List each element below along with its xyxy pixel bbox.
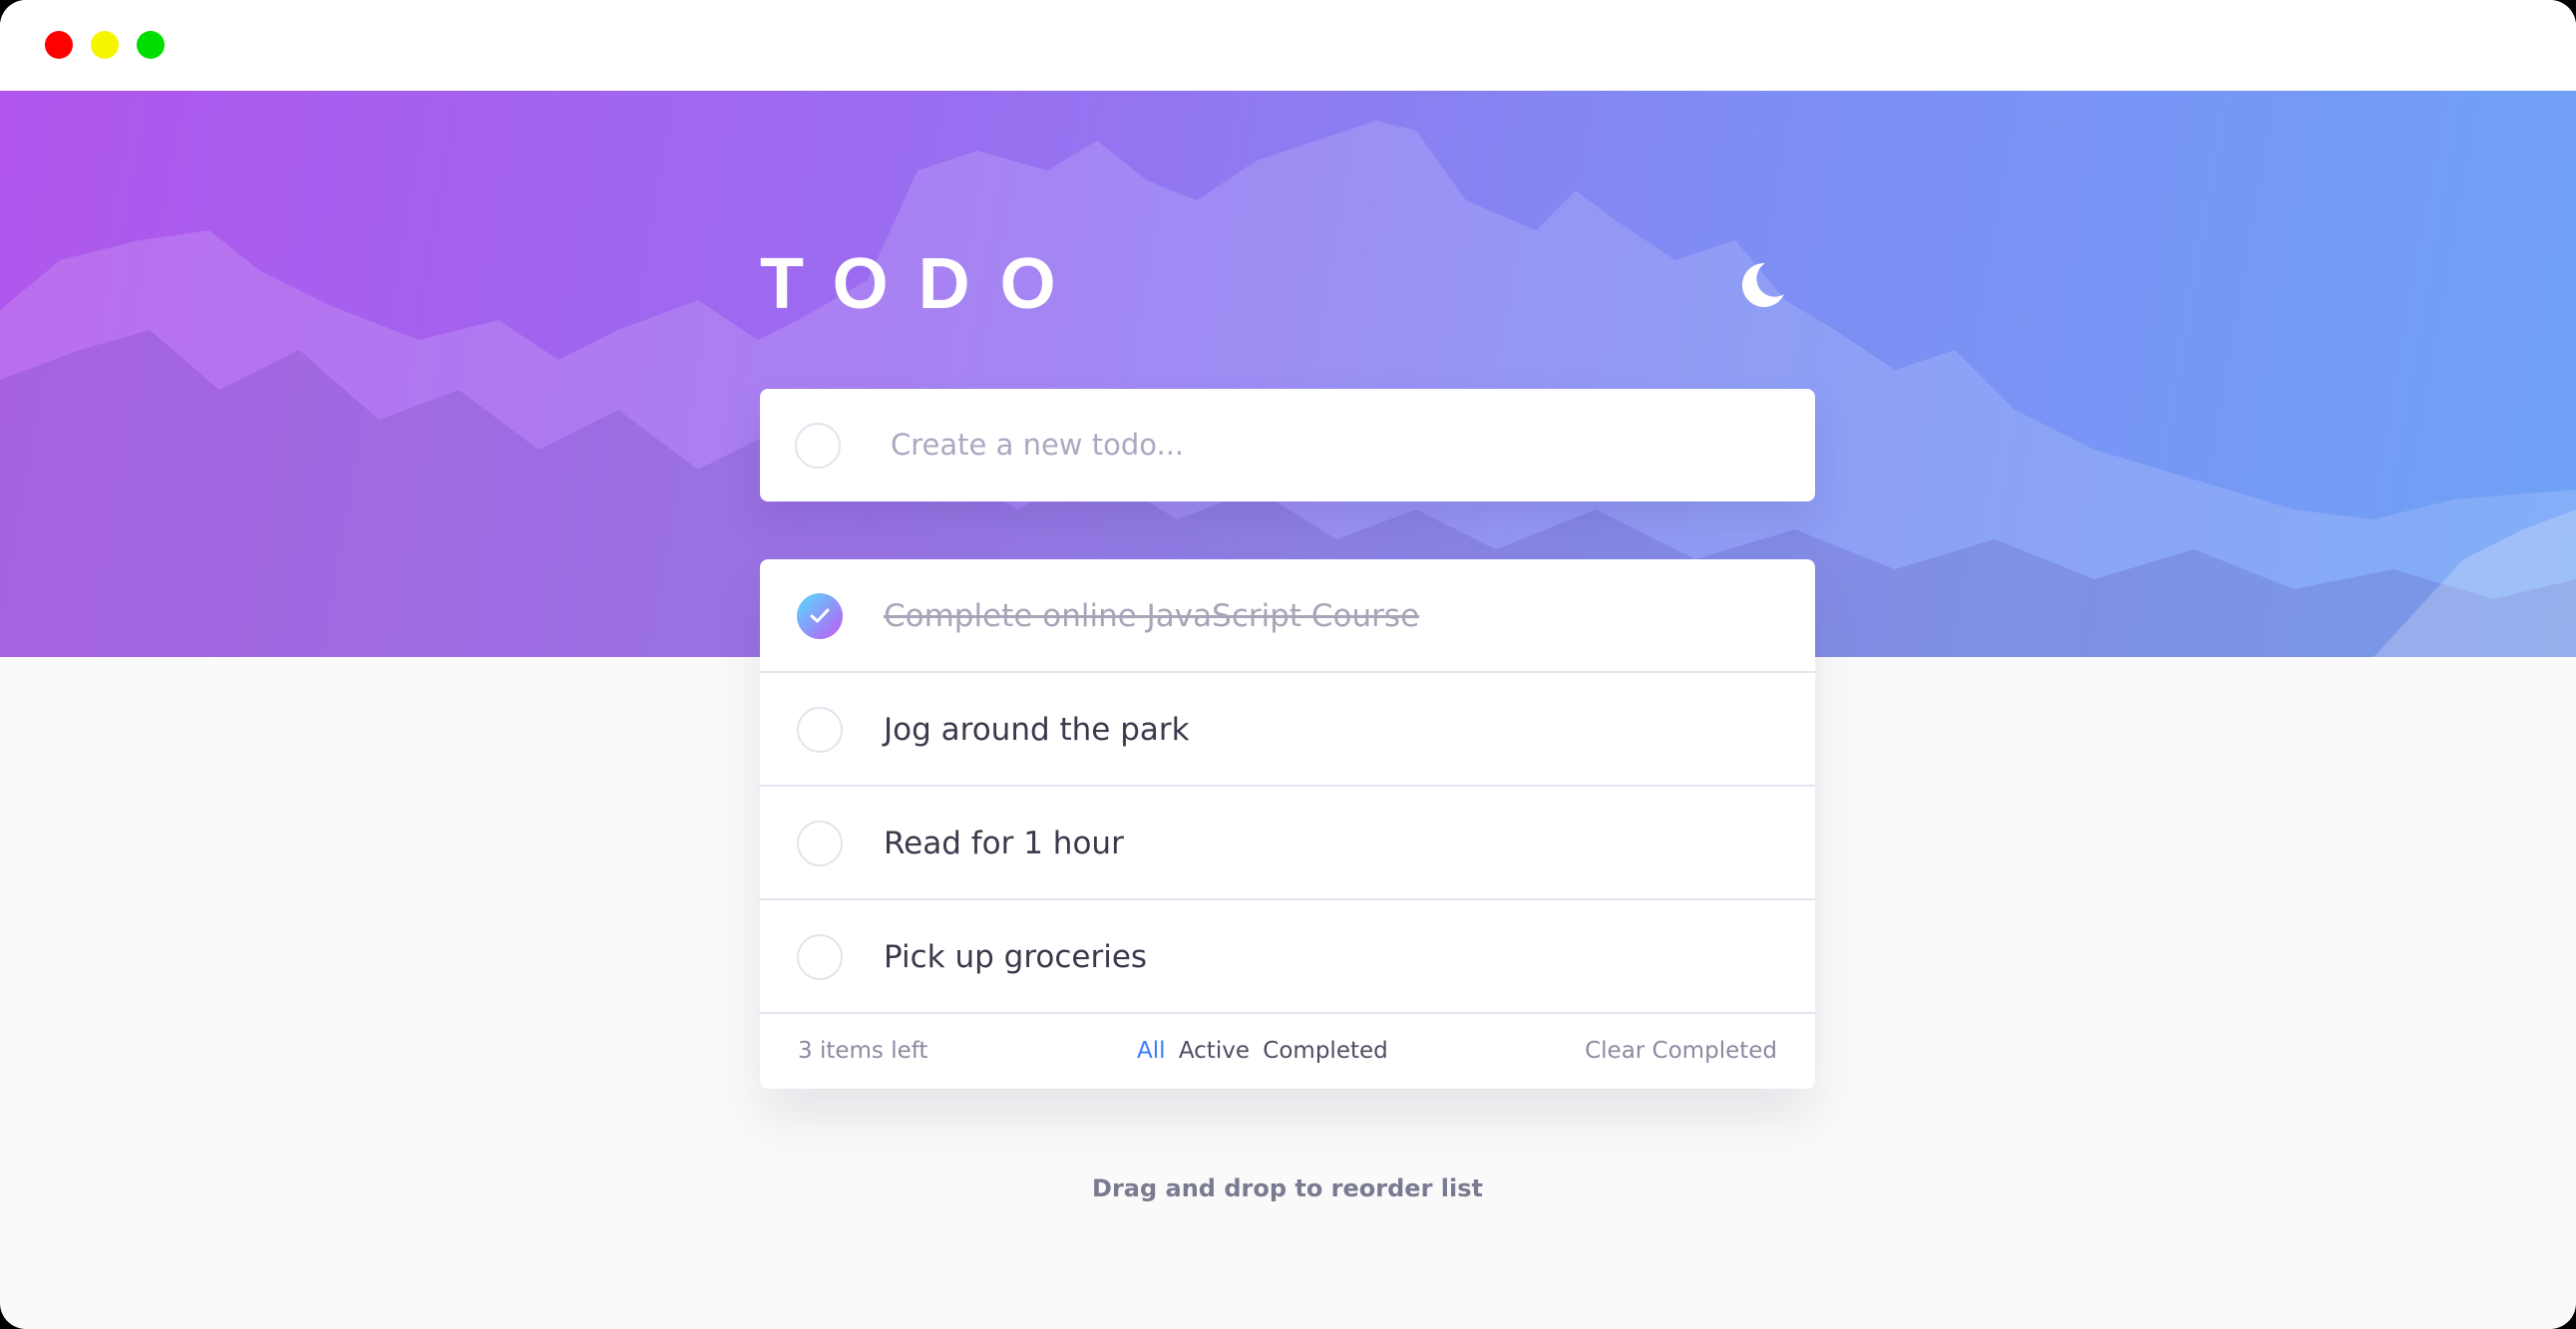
moon-icon[interactable]	[1735, 258, 1789, 312]
todo-text: Complete online JavaScript Course	[884, 598, 1420, 634]
app-header: TODO	[760, 239, 1815, 389]
todo-list: Complete online JavaScript Course Jog ar…	[760, 559, 1815, 1089]
maximize-window-button[interactable]	[137, 31, 165, 59]
filter-group: All Active Completed	[1137, 1038, 1394, 1064]
close-window-button[interactable]	[45, 31, 73, 59]
unchecked-circle-icon[interactable]	[797, 707, 843, 753]
app-title: TODO	[760, 244, 1086, 324]
reorder-hint: Drag and drop to reorder list	[1092, 1174, 1483, 1202]
minimize-window-button[interactable]	[91, 31, 119, 59]
new-todo-input[interactable]	[891, 417, 1768, 473]
filter-completed[interactable]: Completed	[1263, 1038, 1387, 1064]
browser-window: TODO Complete online JavaScript Course	[0, 0, 2576, 1329]
todo-item[interactable]: Pick up groceries	[760, 900, 1815, 1014]
new-todo-check-circle	[795, 423, 841, 469]
todo-item[interactable]: Jog around the park	[760, 673, 1815, 787]
todo-item[interactable]: Complete online JavaScript Course	[760, 559, 1815, 673]
todo-text: Pick up groceries	[884, 939, 1148, 975]
unchecked-circle-icon[interactable]	[797, 934, 843, 980]
todo-footer: 3 items left All Active Completed Clear …	[760, 1014, 1815, 1089]
window-titlebar	[0, 0, 2576, 91]
new-todo-card	[760, 389, 1815, 501]
todo-text: Jog around the park	[884, 712, 1190, 748]
clear-completed-button[interactable]: Clear Completed	[1585, 1038, 1777, 1064]
todo-app: TODO Complete online JavaScript Course	[760, 239, 1815, 1089]
todo-text: Read for 1 hour	[884, 826, 1124, 861]
filter-active[interactable]: Active	[1179, 1038, 1250, 1064]
unchecked-circle-icon[interactable]	[797, 821, 843, 866]
checked-circle-icon[interactable]	[797, 593, 843, 639]
todo-item[interactable]: Read for 1 hour	[760, 787, 1815, 900]
filter-all[interactable]: All	[1137, 1038, 1166, 1064]
items-left-count: 3 items left	[798, 1038, 928, 1064]
